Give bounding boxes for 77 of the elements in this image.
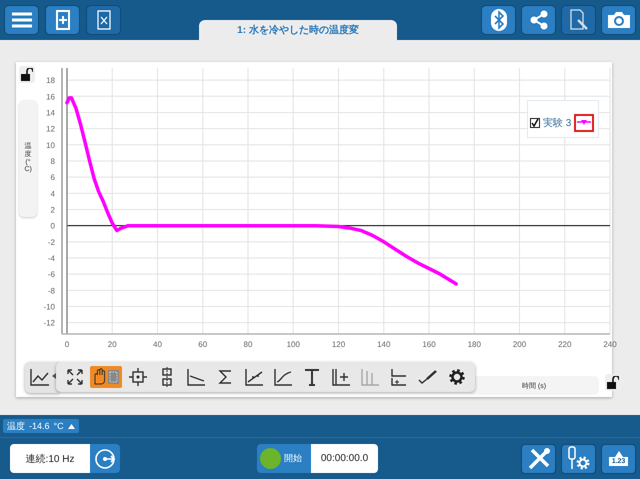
axis-tick-label: 180 bbox=[468, 340, 481, 349]
bluetooth-icon bbox=[490, 9, 506, 31]
axis-tick-label: -12 bbox=[43, 318, 55, 328]
share-icon bbox=[528, 10, 548, 30]
spreadsheet-icon bbox=[96, 10, 110, 30]
axis-tick-label: -6 bbox=[48, 270, 55, 280]
crosshair-icon bbox=[128, 368, 146, 386]
axis-tick-label: -10 bbox=[43, 302, 55, 312]
hand-tool[interactable] bbox=[90, 366, 122, 388]
graph-menu-button[interactable] bbox=[25, 362, 59, 393]
autoscale-icon bbox=[66, 368, 84, 386]
start-button[interactable]: 開始 bbox=[257, 444, 311, 473]
axis-tick-label: 6 bbox=[50, 173, 55, 182]
sensor-settings-button[interactable] bbox=[561, 444, 596, 474]
axis-tick-label: 160 bbox=[422, 340, 436, 349]
collection-mode-field[interactable]: 連続:10 Hz bbox=[10, 444, 90, 473]
sensor-gear-icon bbox=[566, 446, 590, 472]
text-tool-icon bbox=[304, 368, 320, 386]
linear-fit-icon bbox=[244, 368, 264, 386]
meter-tab[interactable]: 温度 -14.6 °C bbox=[3, 419, 79, 433]
double-crosshair-icon bbox=[160, 367, 174, 387]
axis-tick-label: 0 bbox=[50, 222, 55, 231]
axis-tick-label: 16 bbox=[46, 92, 55, 102]
record-dot-icon bbox=[260, 448, 281, 469]
axis-tick-label: 100 bbox=[286, 340, 300, 349]
unlocked-icon[interactable] bbox=[605, 374, 621, 391]
axis-tick-label: 60 bbox=[198, 340, 208, 349]
curve-fit-icon bbox=[272, 368, 292, 386]
axis-tick-label: 8 bbox=[50, 156, 55, 166]
axis-delta-icon bbox=[360, 368, 380, 386]
camera-icon bbox=[606, 11, 630, 29]
bluetooth-button[interactable] bbox=[481, 5, 516, 35]
axis-tick-label: -2 bbox=[48, 238, 55, 247]
legend-label: 実験 3 bbox=[543, 116, 572, 130]
axis-tick-label: -4 bbox=[48, 254, 55, 263]
axis-tick-label: 40 bbox=[153, 340, 162, 349]
settings-icon bbox=[448, 368, 466, 386]
line-graph-icon bbox=[28, 368, 56, 388]
page-tab[interactable]: 1: 水を冷やした時の温度変 bbox=[199, 20, 397, 40]
axis-tick-label: 80 bbox=[244, 340, 252, 349]
timer-display: 00:00:00.0 bbox=[311, 444, 378, 473]
axis-tick-label: 12 bbox=[46, 124, 55, 134]
axis-tick-label: -8 bbox=[48, 286, 55, 296]
axis-tick-label: 10 bbox=[46, 140, 55, 150]
axis-tick-label: 240 bbox=[603, 340, 617, 349]
pen-icon bbox=[418, 370, 438, 384]
unlocked-icon[interactable] bbox=[19, 66, 35, 83]
share-button[interactable] bbox=[521, 5, 556, 35]
tools-button[interactable] bbox=[521, 444, 556, 474]
wrench-screwdriver-icon bbox=[526, 446, 550, 470]
menu-icon bbox=[10, 12, 32, 28]
marker-icon[interactable] bbox=[574, 114, 594, 132]
meter-unit: °C bbox=[54, 421, 64, 431]
new-page-icon bbox=[56, 10, 70, 30]
meter-value: -14.6 bbox=[29, 421, 50, 431]
add-axis-icon bbox=[330, 368, 350, 386]
axis-tick-label: 4 bbox=[50, 189, 55, 198]
axis-tick-label: 2 bbox=[50, 206, 55, 214]
axis-tick-label: 20 bbox=[108, 340, 117, 349]
page-pen-icon bbox=[568, 9, 588, 31]
axis-tick-label: 0 bbox=[64, 340, 70, 349]
axes-icon bbox=[390, 368, 408, 386]
tangent-icon bbox=[186, 368, 206, 386]
axis-tick-label: 200 bbox=[512, 340, 526, 349]
axis-tick-label: 140 bbox=[377, 340, 390, 349]
menu-button[interactable] bbox=[4, 5, 39, 35]
axis-tick-label: 18 bbox=[46, 76, 55, 86]
collection-settings-button[interactable] bbox=[90, 444, 120, 473]
new-page-button[interactable] bbox=[45, 5, 80, 35]
checkbox[interactable] bbox=[530, 118, 540, 128]
meter-label: 温度 bbox=[7, 420, 25, 432]
axis-tick-label: 120 bbox=[332, 340, 346, 349]
sigma-icon bbox=[218, 369, 232, 385]
camera-button[interactable] bbox=[601, 5, 636, 35]
axis-tick-label: 220 bbox=[558, 340, 572, 349]
axis-tick-label: 14 bbox=[46, 108, 55, 118]
caret-icon bbox=[68, 424, 75, 429]
